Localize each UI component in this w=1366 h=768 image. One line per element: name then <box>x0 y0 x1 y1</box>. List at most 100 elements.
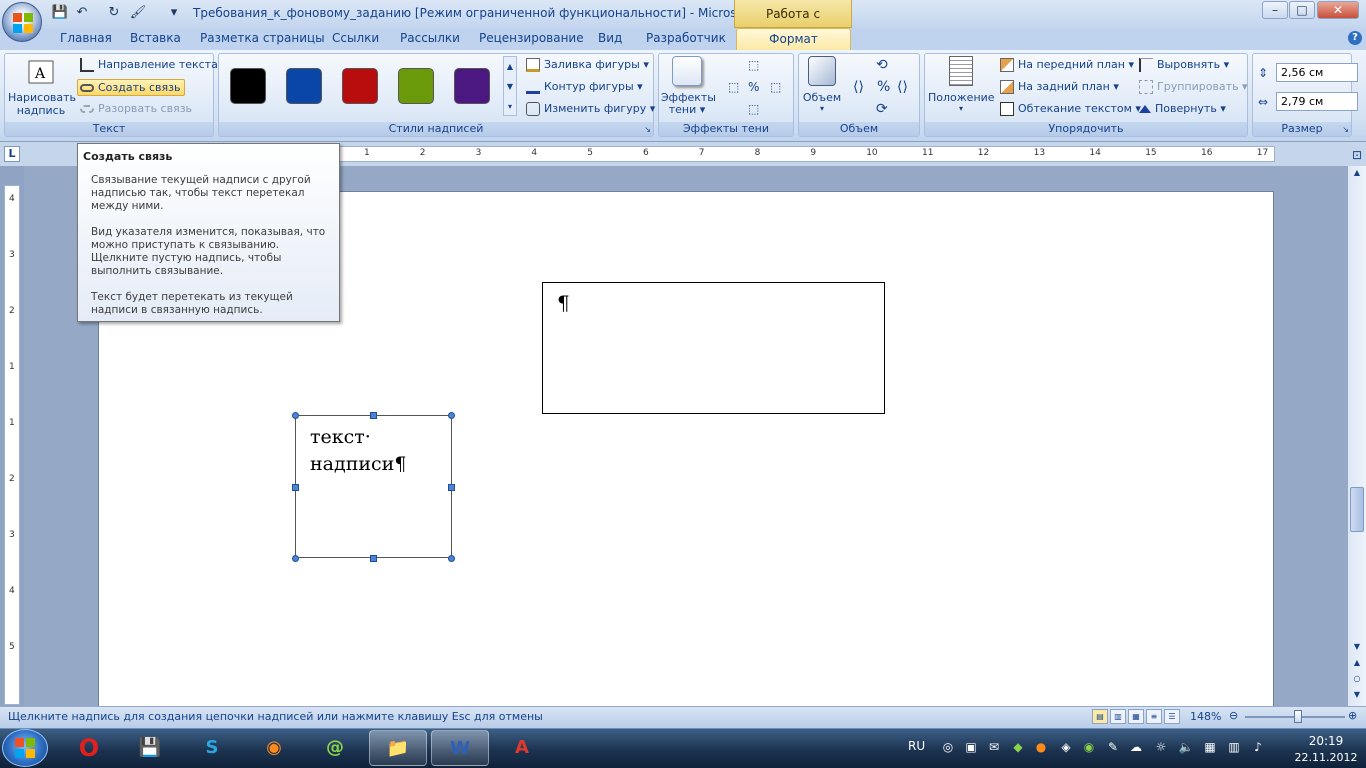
shadow-nudge-left-icon[interactable]: ⬚ <box>728 80 739 94</box>
rotate-button[interactable]: Повернуть ▾ <box>1139 102 1226 115</box>
minimize-button[interactable]: – <box>1262 1 1288 19</box>
browse-object-icon[interactable]: ○ <box>1349 674 1365 688</box>
language-indicator[interactable]: RU <box>908 739 925 753</box>
explorer-icon[interactable]: 📁 <box>369 730 427 766</box>
floppy-app-icon[interactable]: 💾 <box>121 730 179 766</box>
tilt-up-icon[interactable]: ⟲ <box>876 57 888 73</box>
clock-time[interactable]: 20:19 <box>1300 734 1352 748</box>
tray-app-7-icon[interactable]: ☼ <box>1153 740 1169 756</box>
tray-app-2-icon[interactable]: ▣ <box>963 740 979 756</box>
format-painter-icon[interactable]: 🖌 <box>128 4 148 22</box>
tray-mail-icon[interactable]: ✉ <box>986 740 1002 756</box>
style-swatch-purple[interactable] <box>454 68 490 104</box>
resize-handle-right[interactable] <box>448 484 455 491</box>
view-full-screen-icon[interactable]: ▥ <box>1110 709 1126 724</box>
save-icon[interactable]: 💾 <box>50 4 70 22</box>
close-button[interactable]: ✕ <box>1317 1 1359 19</box>
shape-outline-button[interactable]: Контур фигуры ▾ <box>526 80 643 94</box>
position-button[interactable]: Положение ▾ <box>928 56 995 120</box>
resize-handle-left[interactable] <box>292 484 299 491</box>
tilt-down-icon[interactable]: ⟳ <box>876 101 888 117</box>
textbox-content[interactable]: текст· надписи¶ <box>310 424 440 478</box>
office-button[interactable] <box>2 2 42 42</box>
tray-volume-icon[interactable]: 🔈 <box>1178 740 1194 756</box>
bring-to-front-button[interactable]: На передний план ▾ <box>1000 58 1134 72</box>
shadow-toggle-icon[interactable]: % <box>748 80 759 94</box>
tab-review[interactable]: Рецензирование <box>479 31 584 45</box>
tilt-left-icon[interactable]: ⟨⟩ <box>853 79 864 95</box>
resize-handle-top[interactable] <box>370 412 377 419</box>
tray-network-icon[interactable]: ▥ <box>1226 740 1242 756</box>
maximize-button[interactable]: □ <box>1289 1 1315 19</box>
style-swatch-green[interactable] <box>398 68 434 104</box>
tray-app-8-icon[interactable]: ▦ <box>1202 740 1218 756</box>
tray-app-1-icon[interactable]: ◎ <box>940 740 956 756</box>
tray-speaker-icon[interactable]: ♪ <box>1250 740 1266 756</box>
vertical-scrollbar[interactable] <box>1348 166 1366 706</box>
text-direction-button[interactable]: Направление текста <box>80 58 218 72</box>
3d-toggle-icon[interactable]: % <box>877 79 890 95</box>
tab-view[interactable]: Вид <box>598 31 622 45</box>
resize-handle-bottom[interactable] <box>370 555 377 562</box>
height-spinner[interactable]: 2,56 см <box>1276 63 1358 82</box>
next-page-icon[interactable]: ▼ <box>1349 690 1365 704</box>
view-ruler-icon[interactable]: ⊡ <box>1352 148 1362 162</box>
mail-agent-icon[interactable]: @ <box>306 730 364 766</box>
tray-app-3-icon[interactable]: ● <box>1033 740 1049 756</box>
width-spinner[interactable]: 2,79 см <box>1276 92 1358 111</box>
view-draft-icon[interactable]: ☰ <box>1164 709 1180 724</box>
shadow-nudge-down-icon[interactable]: ⬚ <box>748 102 759 116</box>
word-icon[interactable]: W <box>431 730 489 766</box>
tray-shield-icon[interactable]: ◆ <box>1010 740 1026 756</box>
style-swatch-red[interactable] <box>342 68 378 104</box>
styles-dialog-launcher-icon[interactable]: ↘ <box>644 125 651 134</box>
view-web-layout-icon[interactable]: ▦ <box>1128 709 1144 724</box>
zoom-slider-thumb[interactable] <box>1294 710 1302 723</box>
skype-icon[interactable]: S <box>183 730 241 766</box>
resize-handle-bottom-right[interactable] <box>448 555 455 562</box>
3d-effects-button[interactable]: Объем ▾ <box>800 56 844 120</box>
style-swatch-blue[interactable] <box>286 68 322 104</box>
resize-handle-top-left[interactable] <box>292 412 299 419</box>
change-shape-button[interactable]: Изменить фигуру ▾ <box>526 102 655 116</box>
start-button[interactable] <box>2 729 48 767</box>
empty-textbox[interactable]: ¶ <box>542 282 885 414</box>
resize-handle-bottom-left[interactable] <box>292 555 299 562</box>
tab-developer[interactable]: Разработчик <box>646 31 726 45</box>
create-link-button[interactable]: Создать связь <box>77 79 186 96</box>
clock-date[interactable]: 22.11.2012 <box>1293 751 1359 764</box>
size-dialog-launcher-icon[interactable]: ↘ <box>1342 125 1349 134</box>
shape-fill-button[interactable]: Заливка фигуры ▾ <box>526 58 649 72</box>
scroll-up-icon[interactable]: ▲ <box>1349 168 1365 182</box>
align-button[interactable]: Выровнять ▾ <box>1139 58 1229 72</box>
view-print-layout-icon[interactable]: ▤ <box>1092 709 1108 724</box>
tray-pen-icon[interactable]: ✎ <box>1105 740 1121 756</box>
resize-handle-top-right[interactable] <box>448 412 455 419</box>
text-wrapping-button[interactable]: Обтекание текстом ▾ <box>1000 102 1141 116</box>
shadow-nudge-right-icon[interactable]: ⬚ <box>770 80 781 94</box>
draw-textbox-button[interactable]: A Нарисовать надпись <box>8 58 76 120</box>
tab-selector[interactable]: L <box>4 146 20 162</box>
view-outline-icon[interactable]: ≡ <box>1146 709 1162 724</box>
tab-home[interactable]: Главная <box>60 31 112 45</box>
prev-page-icon[interactable]: ▲ <box>1349 658 1365 672</box>
styles-gallery-scroll[interactable]: ▲ ▼ ▾ <box>503 56 517 116</box>
tilt-right-icon[interactable]: ⟨⟩ <box>897 79 908 95</box>
tab-references[interactable]: Ссылки <box>332 31 379 45</box>
tab-insert[interactable]: Вставка <box>130 31 181 45</box>
tab-page-layout[interactable]: Разметка страницы <box>200 31 325 45</box>
style-swatch-black[interactable] <box>230 68 266 104</box>
help-icon[interactable]: ? <box>1348 31 1362 45</box>
tray-app-5-icon[interactable]: ◉ <box>1081 740 1097 756</box>
shadow-effects-button[interactable]: Эффекты тени ▾ <box>661 56 716 120</box>
scroll-down-icon[interactable]: ▼ <box>1349 642 1365 656</box>
opera-icon[interactable]: O <box>60 730 118 766</box>
tab-mailings[interactable]: Рассылки <box>400 31 460 45</box>
tray-app-6-icon[interactable]: ☁ <box>1128 740 1144 756</box>
send-to-back-button[interactable]: На задний план ▾ <box>1000 80 1119 94</box>
shadow-nudge-up-icon[interactable]: ⬚ <box>748 58 759 72</box>
undo-icon[interactable]: ↶ <box>72 4 92 22</box>
zoom-level[interactable]: 148% <box>1190 710 1221 723</box>
tab-format[interactable]: Формат <box>736 28 851 50</box>
firefox-icon[interactable]: ◉ <box>245 730 303 766</box>
